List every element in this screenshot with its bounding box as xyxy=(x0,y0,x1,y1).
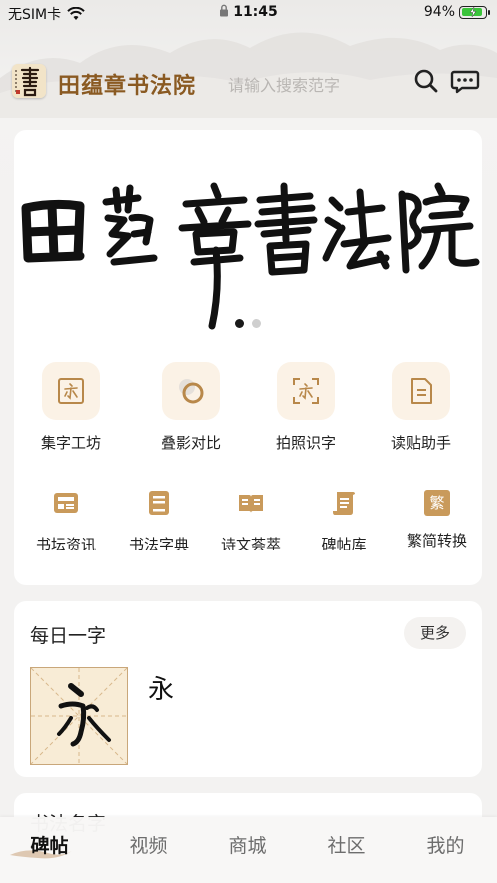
feature-stele-library[interactable]: 碑帖库 xyxy=(297,490,391,550)
feature-overlay-compare[interactable]: 叠影对比 xyxy=(134,362,248,453)
photo-recognize-icon xyxy=(277,362,335,420)
daily-character-image[interactable] xyxy=(30,667,128,765)
seal-logo-icon[interactable] xyxy=(12,64,46,98)
tab-3[interactable]: 社区 xyxy=(297,831,396,858)
feature-poetry[interactable]: 诗文荟萃 xyxy=(204,490,298,550)
tab-4[interactable]: 我的 xyxy=(396,831,495,858)
traditional-glyph: 繁 xyxy=(429,494,445,512)
lock-icon xyxy=(220,4,229,17)
calligraphy-yong-image xyxy=(30,667,128,765)
bottom-tab-bar: 碑帖 视频 商城 社区 我的 xyxy=(0,817,497,883)
feature-label: 书坛资讯 xyxy=(35,536,96,550)
carousel-dot[interactable] xyxy=(235,319,244,328)
carousel-dot[interactable] xyxy=(252,319,261,328)
feature-label: 繁简转换 xyxy=(406,532,467,550)
battery-percent: 94% xyxy=(423,4,455,20)
primary-feature-grid: 集字工坊 叠影对比 拍照识字 读贴助手 xyxy=(14,362,482,452)
feature-dictionary[interactable]: 书法字典 xyxy=(112,490,206,550)
feature-card: 集字工坊 叠影对比 拍照识字 读贴助手 书坛资讯 书法字典 诗文荟萃 碑帖库 繁… xyxy=(14,130,482,585)
feature-label: 集字工坊 xyxy=(40,434,101,452)
status-bar: 无SIM卡 11:45 94% xyxy=(0,0,497,26)
banner-carousel[interactable] xyxy=(14,130,482,330)
traditional-simplified-icon: 繁 xyxy=(424,490,450,516)
news-icon xyxy=(54,493,78,513)
carousel-indicator xyxy=(14,319,482,328)
status-right: 94% xyxy=(423,4,490,20)
section-title: 每日一字 xyxy=(30,625,107,647)
status-time: 11:45 xyxy=(233,4,278,20)
more-button[interactable]: 更多 xyxy=(404,617,466,649)
daily-character: 永 xyxy=(148,675,175,705)
reading-assistant-icon xyxy=(392,362,450,420)
stele-library-icon xyxy=(333,492,355,515)
tab-1[interactable]: 视频 xyxy=(99,831,198,858)
feature-photo-recognize[interactable]: 拍照识字 xyxy=(249,362,363,453)
search-icon[interactable] xyxy=(411,66,441,96)
charging-bolt-icon xyxy=(469,7,477,17)
feature-label: 碑帖库 xyxy=(321,536,367,550)
collect-char-icon xyxy=(42,362,100,420)
overlay-compare-icon xyxy=(162,362,220,420)
dictionary-icon xyxy=(149,491,169,515)
tab-2[interactable]: 商城 xyxy=(198,831,297,858)
secondary-feature-grid: 书坛资讯 书法字典 诗文荟萃 碑帖库 繁 繁简转换 xyxy=(14,490,482,550)
daily-character-card: 每日一字 更多 永 xyxy=(14,601,482,777)
feature-label: 书法字典 xyxy=(128,536,189,550)
feature-label: 诗文荟萃 xyxy=(220,536,281,550)
tab-0[interactable]: 碑帖 xyxy=(0,831,99,858)
app-header: 田蕴章书法院 请输入搜索范字 xyxy=(0,60,497,104)
calligraphy-banner-image xyxy=(21,182,480,330)
feature-label: 叠影对比 xyxy=(160,434,221,452)
feature-reading-assistant[interactable]: 读贴助手 xyxy=(364,362,478,453)
feature-news[interactable]: 书坛资讯 xyxy=(19,490,113,550)
status-time-wrap: 11:45 xyxy=(0,4,497,20)
message-icon[interactable] xyxy=(450,66,480,96)
app-title: 田蕴章书法院 xyxy=(58,74,197,99)
feature-traditional-simplified[interactable]: 繁 繁简转换 xyxy=(390,490,482,550)
feature-label: 拍照识字 xyxy=(275,434,336,452)
feature-label: 读贴助手 xyxy=(390,434,451,452)
search-input[interactable]: 请输入搜索范字 xyxy=(228,72,340,96)
battery-charging-icon xyxy=(459,5,490,19)
poetry-book-icon xyxy=(239,495,263,513)
feature-collect-char[interactable]: 集字工坊 xyxy=(14,362,128,453)
